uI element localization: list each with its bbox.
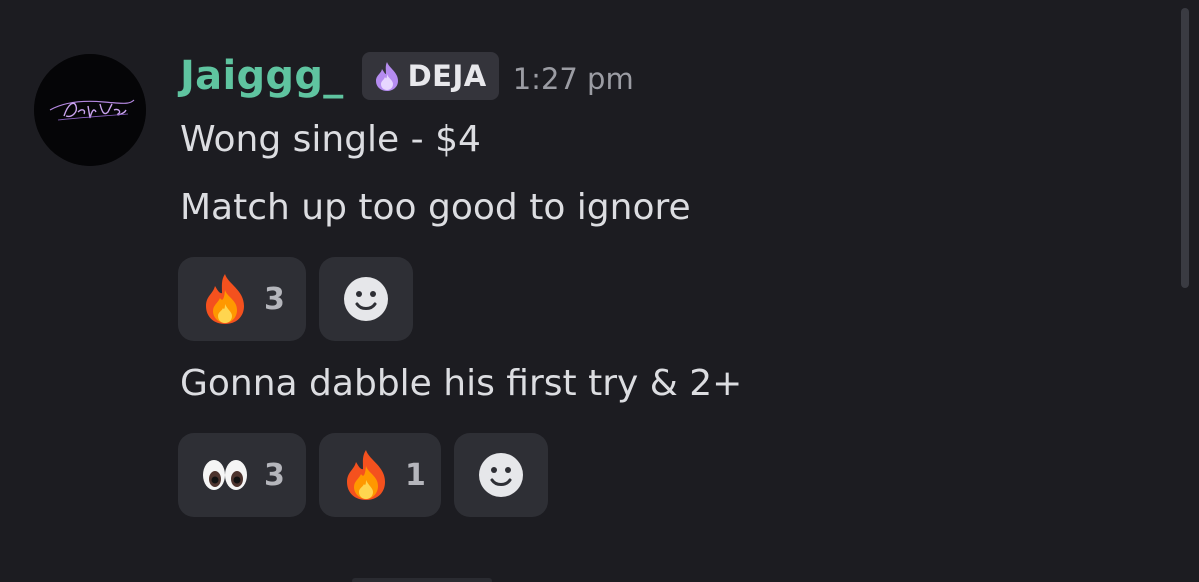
reaction-count: 3 (264, 457, 285, 493)
reactions-row-2: 3 1 (178, 433, 561, 517)
add-reaction-icon (479, 453, 523, 497)
discord-chat-view: Jaiggg_ DEJA 1:27 pm Wong single - $4 Ma… (0, 0, 1199, 582)
message-header: Jaiggg_ DEJA 1:27 pm (180, 50, 634, 102)
user-avatar[interactable] (34, 54, 146, 166)
reactions-row-1: 3 (178, 257, 426, 341)
reaction-count: 3 (264, 281, 285, 317)
role-tag[interactable]: DEJA (361, 52, 499, 100)
message-timestamp[interactable]: 1:27 pm (513, 47, 634, 105)
deja-vu-logo-icon (34, 54, 146, 166)
author-name[interactable]: Jaiggg_ (180, 50, 344, 102)
fire-emoji-icon (206, 274, 244, 324)
role-tag-label: DEJA (407, 59, 487, 93)
reaction-fire[interactable]: 1 (319, 433, 441, 517)
eyes-emoji-icon (203, 460, 247, 490)
scrollbar[interactable] (1181, 8, 1189, 288)
next-message-edge (352, 578, 492, 582)
reaction-eyes[interactable]: 3 (178, 433, 306, 517)
fire-emoji-icon (347, 450, 385, 500)
reaction-fire[interactable]: 3 (178, 257, 306, 341)
add-reaction-button[interactable] (454, 433, 548, 517)
message-line-2: Match up too good to ignore (180, 187, 691, 228)
purple-flame-icon (375, 62, 398, 91)
add-reaction-button[interactable] (319, 257, 413, 341)
add-reaction-icon (344, 277, 388, 321)
reaction-count: 1 (405, 457, 426, 493)
message-line-1: Wong single - $4 (180, 119, 481, 160)
message-line-3: Gonna dabble his first try & 2+ (180, 363, 743, 404)
